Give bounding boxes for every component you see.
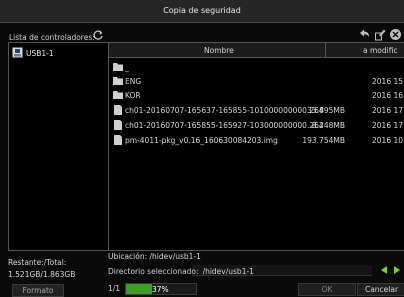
file-size: 33.895MB [307, 106, 345, 115]
progress-bar: 37% [125, 283, 197, 295]
selected-dir-label: Directorio seleccionado: [108, 267, 199, 276]
file-row[interactable]: KOR 2016 16 [109, 88, 404, 102]
folder-icon [113, 62, 123, 71]
selected-dir: Directorio seleccionado:/hidev/usb1-1 [108, 267, 254, 276]
file-name: ch01-20160707-165637-165855-101000000000… [125, 106, 324, 115]
toolbar-icons [344, 28, 404, 42]
format-button[interactable]: Formato [12, 284, 64, 297]
file-list-header: Nombre a modific [109, 43, 404, 58]
next-arrow-icon[interactable] [394, 266, 400, 274]
controller-item-label: USB1-1 [26, 49, 54, 58]
file-row[interactable]: ENG 2016 15 [109, 74, 404, 88]
file-icon [113, 105, 123, 115]
selected-dir-value: /hidev/usb1-1 [202, 267, 254, 276]
file-name: ch01-20160707-165855-165927-103000000000… [125, 121, 324, 130]
file-icon [113, 135, 123, 145]
file-date: 2016 15 [372, 77, 404, 86]
file-row[interactable]: _ [109, 60, 404, 74]
controller-list: USB1-1 [8, 42, 109, 251]
close-icon[interactable] [389, 28, 401, 41]
storage-value: 1.521GB/1.863GB [8, 270, 76, 279]
location-text: Ubicación: /hidev/usb1-1 [108, 252, 201, 261]
window-title: Copia de seguridad [0, 0, 404, 23]
controller-list-label: Lista de controladores: [9, 33, 95, 42]
ok-button[interactable]: OK [298, 283, 356, 296]
file-list: Nombre a modific _ ENG 2016 15 KOR 2016 … [108, 42, 404, 251]
back-icon[interactable] [358, 28, 370, 41]
file-name: ENG [125, 77, 142, 86]
controller-item-usb1-1[interactable]: USB1-1 [12, 47, 104, 59]
prev-arrow-icon[interactable] [381, 266, 387, 274]
file-date: 2016 17 [372, 106, 404, 115]
refresh-icon[interactable] [93, 30, 104, 41]
page-indicator: 1/1 [108, 284, 121, 293]
file-size: 193.754MB [302, 136, 345, 145]
folder-icon [113, 90, 123, 99]
file-row[interactable]: ch01-20160707-165637-165855-101000000000… [109, 103, 404, 117]
column-divider[interactable] [325, 43, 326, 57]
file-name: KOR [125, 91, 141, 100]
file-date: 2016 16 [372, 91, 404, 100]
file-row[interactable]: pm-4011-pkg_v0.16_160630084203.img 193.7… [109, 133, 404, 147]
file-size: 8.248MB [311, 121, 345, 130]
file-date: 2016 10 [372, 136, 404, 145]
file-row[interactable]: ch01-20160707-165855-165927-103000000000… [109, 118, 404, 132]
cancel-button[interactable]: Cancelar [357, 283, 404, 296]
storage-label: Restante:/Total: [8, 258, 67, 267]
column-header-modified[interactable]: a modific [363, 46, 398, 55]
file-date: 2016 17 [372, 121, 404, 130]
file-icon [113, 120, 123, 130]
usb-drive-icon [12, 47, 23, 58]
column-header-name[interactable]: Nombre [204, 46, 234, 55]
file-name: _ [125, 63, 129, 72]
folder-icon [113, 76, 123, 85]
edit-icon[interactable] [374, 28, 386, 41]
file-name: pm-4011-pkg_v0.16_160630084203.img [125, 136, 278, 145]
